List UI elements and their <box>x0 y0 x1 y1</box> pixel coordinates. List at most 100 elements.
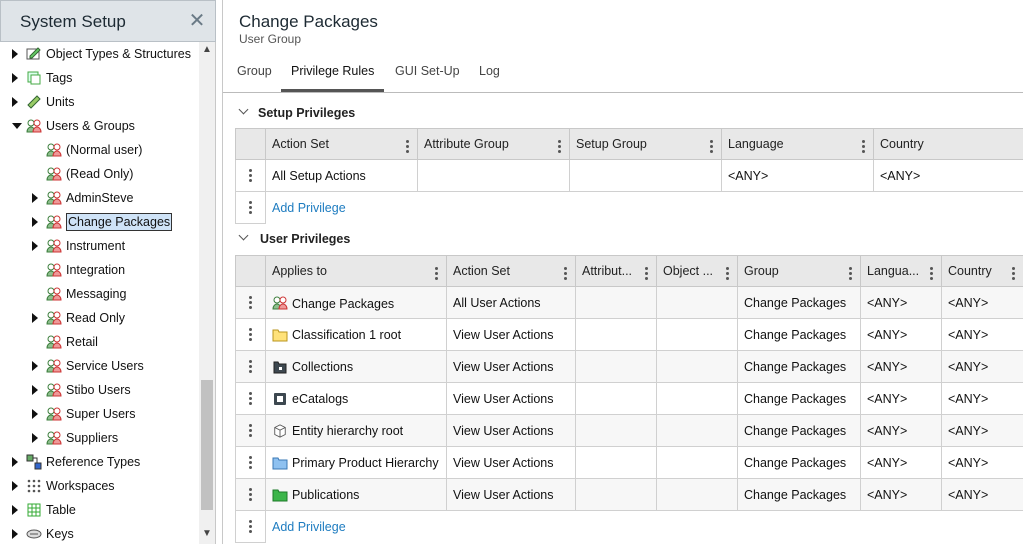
column-menu-icon[interactable] <box>645 265 648 282</box>
tree-item-change-packages[interactable]: Change Packages <box>0 210 198 234</box>
caret-right-icon[interactable] <box>12 504 22 516</box>
tree-item-label[interactable]: Keys <box>46 527 74 541</box>
tree-item-adminsteve[interactable]: AdminSteve <box>0 186 198 210</box>
table-row[interactable]: Publications View User Actions Change Pa… <box>235 478 1023 511</box>
table-row[interactable]: Collections View User Actions Change Pac… <box>235 350 1023 383</box>
row-menu-icon[interactable] <box>235 478 266 511</box>
column-menu-icon[interactable] <box>1012 265 1015 282</box>
row-menu-icon[interactable] <box>235 350 266 383</box>
caret-right-icon[interactable] <box>12 480 22 492</box>
tree-item-normal-user[interactable]: (Normal user) <box>0 138 198 162</box>
tree-item-read-only[interactable]: (Read Only) <box>0 162 198 186</box>
column-header[interactable]: Group <box>737 255 861 287</box>
column-menu-icon[interactable] <box>435 265 438 282</box>
tree-item-object-types-structures[interactable]: Object Types & Structures <box>0 42 198 66</box>
caret-right-icon[interactable] <box>12 72 22 84</box>
caret-right-icon[interactable] <box>32 216 42 228</box>
tree-item-label[interactable]: Retail <box>66 335 98 349</box>
tree-item-label[interactable]: Messaging <box>66 287 126 301</box>
column-menu-icon[interactable] <box>710 138 713 155</box>
tree-item-retail[interactable]: Retail <box>0 330 198 354</box>
tree-item-label[interactable]: Units <box>46 95 74 109</box>
tree-item-label[interactable]: Reference Types <box>46 455 140 469</box>
column-header[interactable]: Object ... <box>656 255 738 287</box>
row-menu-icon[interactable] <box>235 191 266 224</box>
tab-group[interactable]: Group <box>237 64 272 92</box>
tree-item-label[interactable]: Tags <box>46 71 72 85</box>
caret-right-icon[interactable] <box>32 384 42 396</box>
column-header[interactable]: Setup Group <box>569 128 722 160</box>
tree-item-table[interactable]: Table <box>0 498 198 522</box>
tree-item-tags[interactable]: Tags <box>0 66 198 90</box>
caret-right-icon[interactable] <box>12 456 22 468</box>
column-menu-icon[interactable] <box>930 265 933 282</box>
tree-item-read-only[interactable]: Read Only <box>0 306 198 330</box>
tree-item-workspaces[interactable]: Workspaces <box>0 474 198 498</box>
table-row[interactable]: All Setup Actions <ANY> <ANY> <box>235 159 1023 192</box>
caret-right-icon[interactable] <box>12 528 22 540</box>
tree-item-suppliers[interactable]: Suppliers <box>0 426 198 450</box>
caret-right-icon[interactable] <box>12 96 22 108</box>
tree-item-label[interactable]: Instrument <box>66 239 125 253</box>
column-header[interactable]: Attribut... <box>575 255 657 287</box>
tree-item-service-users[interactable]: Service Users <box>0 354 198 378</box>
tree-item-users-groups[interactable]: Users & Groups <box>0 114 198 138</box>
close-icon[interactable]: ✕ <box>187 11 207 31</box>
tree-item-label[interactable]: (Normal user) <box>66 143 142 157</box>
tree-item-units[interactable]: Units <box>0 90 198 114</box>
tree-item-label[interactable]: Service Users <box>66 359 144 373</box>
column-menu-icon[interactable] <box>726 265 729 282</box>
row-menu-icon[interactable] <box>235 382 266 415</box>
tree-item-label[interactable]: Object Types & Structures <box>46 47 191 61</box>
row-menu-icon[interactable] <box>235 159 266 192</box>
caret-right-icon[interactable] <box>32 192 42 204</box>
column-header[interactable]: Country <box>941 255 1023 287</box>
caret-right-icon[interactable] <box>32 312 42 324</box>
column-header[interactable]: Langua... <box>860 255 942 287</box>
column-menu-icon[interactable] <box>862 138 865 155</box>
caret-right-icon[interactable] <box>32 408 42 420</box>
row-menu-icon[interactable] <box>235 446 266 479</box>
row-menu-icon[interactable] <box>235 414 266 447</box>
tree-item-label[interactable]: AdminSteve <box>66 191 133 205</box>
tree-item-label[interactable]: Workspaces <box>46 479 115 493</box>
column-menu-icon[interactable] <box>849 265 852 282</box>
column-header[interactable]: Applies to <box>265 255 447 287</box>
tree-item-label[interactable]: Suppliers <box>66 431 118 445</box>
tree-item-label[interactable]: Read Only <box>66 311 125 325</box>
caret-right-icon[interactable] <box>12 48 22 60</box>
column-header[interactable]: Action Set <box>265 128 418 160</box>
row-menu-icon[interactable] <box>235 510 266 543</box>
column-menu-icon[interactable] <box>406 138 409 155</box>
tree-item-instrument[interactable]: Instrument <box>0 234 198 258</box>
table-row[interactable]: Change Packages All User Actions Change … <box>235 286 1023 319</box>
column-header[interactable]: Action Set <box>446 255 576 287</box>
tree-item-label[interactable]: (Read Only) <box>66 167 133 181</box>
tab-privilege-rules[interactable]: Privilege Rules <box>281 64 385 92</box>
column-menu-icon[interactable] <box>564 265 567 282</box>
tree-item-messaging[interactable]: Messaging <box>0 282 198 306</box>
collapse-chevron-icon[interactable] <box>238 104 249 116</box>
scroll-up-icon[interactable]: ▲ <box>199 44 215 58</box>
scroll-down-icon[interactable]: ▼ <box>199 528 215 542</box>
table-row[interactable]: Entity hierarchy root View User Actions … <box>235 414 1023 447</box>
column-header[interactable]: Attribute Group <box>417 128 570 160</box>
tree-item-label[interactable]: Table <box>46 503 76 517</box>
row-menu-icon[interactable] <box>235 286 266 319</box>
tree-item-label[interactable]: Stibo Users <box>66 383 131 397</box>
tree-item-label[interactable]: Integration <box>66 263 125 277</box>
tab-gui-set-up[interactable]: GUI Set-Up <box>395 64 460 92</box>
tree-scrollbar[interactable]: ▲ ▼ <box>199 42 215 544</box>
tree-item-super-users[interactable]: Super Users <box>0 402 198 426</box>
table-row[interactable]: eCatalogs View User Actions Change Packa… <box>235 382 1023 415</box>
tab-log[interactable]: Log <box>479 64 500 92</box>
scroll-thumb[interactable] <box>201 380 213 510</box>
table-row[interactable]: Primary Product Hierarchy View User Acti… <box>235 446 1023 479</box>
tree-item-keys[interactable]: Keys <box>0 522 198 544</box>
tree-item-label[interactable]: Super Users <box>66 407 135 421</box>
tree-item-stibo-users[interactable]: Stibo Users <box>0 378 198 402</box>
caret-right-icon[interactable] <box>32 240 42 252</box>
column-header[interactable]: Country <box>873 128 1023 160</box>
tree-item-label[interactable]: Change Packages <box>66 213 173 231</box>
caret-right-icon[interactable] <box>32 360 42 372</box>
